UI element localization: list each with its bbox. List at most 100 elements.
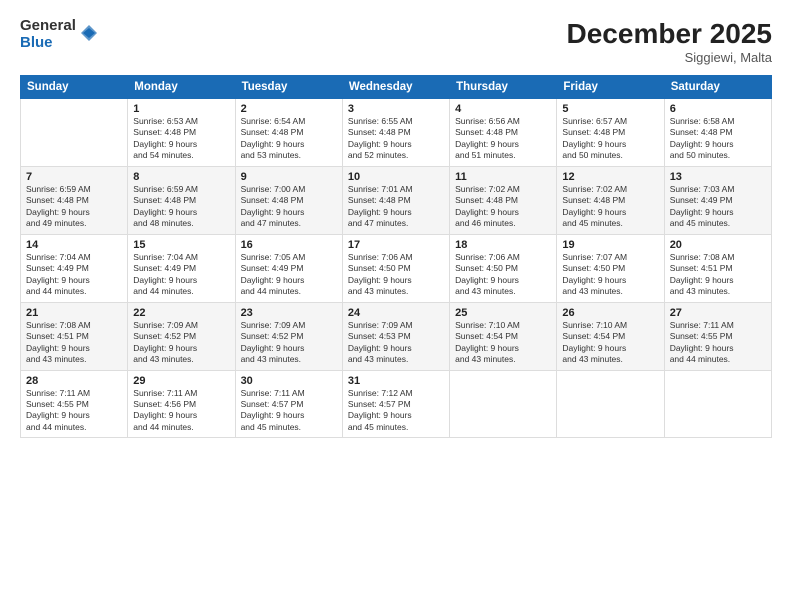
day-info: Sunrise: 7:10 AMSunset: 4:54 PMDaylight:… (455, 320, 551, 366)
day-number: 18 (455, 239, 551, 251)
day-info: Sunrise: 7:02 AMSunset: 4:48 PMDaylight:… (562, 184, 658, 230)
day-info: Sunrise: 7:06 AMSunset: 4:50 PMDaylight:… (348, 252, 444, 298)
day-info: Sunrise: 7:03 AMSunset: 4:49 PMDaylight:… (670, 184, 766, 230)
day-info: Sunrise: 6:57 AMSunset: 4:48 PMDaylight:… (562, 116, 658, 162)
day-cell: 18Sunrise: 7:06 AMSunset: 4:50 PMDayligh… (450, 234, 557, 302)
day-cell: 22Sunrise: 7:09 AMSunset: 4:52 PMDayligh… (128, 302, 235, 370)
day-cell: 25Sunrise: 7:10 AMSunset: 4:54 PMDayligh… (450, 302, 557, 370)
week-row-0: 1Sunrise: 6:53 AMSunset: 4:48 PMDaylight… (21, 99, 772, 167)
day-cell (21, 99, 128, 167)
day-number: 31 (348, 375, 444, 387)
day-cell: 5Sunrise: 6:57 AMSunset: 4:48 PMDaylight… (557, 99, 664, 167)
weekday-header-row: SundayMondayTuesdayWednesdayThursdayFrid… (21, 76, 772, 99)
day-number: 8 (133, 171, 229, 183)
day-number: 7 (26, 171, 122, 183)
day-info: Sunrise: 7:09 AMSunset: 4:53 PMDaylight:… (348, 320, 444, 366)
day-info: Sunrise: 7:11 AMSunset: 4:55 PMDaylight:… (26, 388, 122, 434)
week-row-4: 28Sunrise: 7:11 AMSunset: 4:55 PMDayligh… (21, 370, 772, 438)
day-cell: 17Sunrise: 7:06 AMSunset: 4:50 PMDayligh… (342, 234, 449, 302)
day-info: Sunrise: 7:02 AMSunset: 4:48 PMDaylight:… (455, 184, 551, 230)
day-number: 16 (241, 239, 337, 251)
day-cell: 21Sunrise: 7:08 AMSunset: 4:51 PMDayligh… (21, 302, 128, 370)
day-number: 22 (133, 307, 229, 319)
week-row-3: 21Sunrise: 7:08 AMSunset: 4:51 PMDayligh… (21, 302, 772, 370)
logo-text: General Blue (20, 18, 76, 51)
day-info: Sunrise: 6:59 AMSunset: 4:48 PMDaylight:… (133, 184, 229, 230)
day-info: Sunrise: 7:04 AMSunset: 4:49 PMDaylight:… (133, 252, 229, 298)
logo-general: General (20, 18, 76, 35)
day-number: 4 (455, 103, 551, 115)
day-cell: 24Sunrise: 7:09 AMSunset: 4:53 PMDayligh… (342, 302, 449, 370)
day-cell: 8Sunrise: 6:59 AMSunset: 4:48 PMDaylight… (128, 166, 235, 234)
day-info: Sunrise: 7:12 AMSunset: 4:57 PMDaylight:… (348, 388, 444, 434)
day-cell: 11Sunrise: 7:02 AMSunset: 4:48 PMDayligh… (450, 166, 557, 234)
day-info: Sunrise: 7:11 AMSunset: 4:56 PMDaylight:… (133, 388, 229, 434)
day-cell: 12Sunrise: 7:02 AMSunset: 4:48 PMDayligh… (557, 166, 664, 234)
day-number: 25 (455, 307, 551, 319)
day-cell: 15Sunrise: 7:04 AMSunset: 4:49 PMDayligh… (128, 234, 235, 302)
day-info: Sunrise: 7:11 AMSunset: 4:57 PMDaylight:… (241, 388, 337, 434)
day-info: Sunrise: 6:55 AMSunset: 4:48 PMDaylight:… (348, 116, 444, 162)
day-number: 19 (562, 239, 658, 251)
day-number: 20 (670, 239, 766, 251)
day-cell: 26Sunrise: 7:10 AMSunset: 4:54 PMDayligh… (557, 302, 664, 370)
weekday-header-saturday: Saturday (664, 76, 771, 99)
weekday-header-sunday: Sunday (21, 76, 128, 99)
day-cell: 29Sunrise: 7:11 AMSunset: 4:56 PMDayligh… (128, 370, 235, 438)
day-number: 5 (562, 103, 658, 115)
day-number: 14 (26, 239, 122, 251)
day-number: 29 (133, 375, 229, 387)
day-number: 6 (670, 103, 766, 115)
day-info: Sunrise: 7:11 AMSunset: 4:55 PMDaylight:… (670, 320, 766, 366)
day-info: Sunrise: 7:05 AMSunset: 4:49 PMDaylight:… (241, 252, 337, 298)
day-cell: 27Sunrise: 7:11 AMSunset: 4:55 PMDayligh… (664, 302, 771, 370)
calendar-table: SundayMondayTuesdayWednesdayThursdayFrid… (20, 75, 772, 438)
logo-icon (79, 23, 99, 43)
day-info: Sunrise: 7:09 AMSunset: 4:52 PMDaylight:… (133, 320, 229, 366)
day-cell: 28Sunrise: 7:11 AMSunset: 4:55 PMDayligh… (21, 370, 128, 438)
location: Siggiewi, Malta (567, 50, 772, 65)
day-number: 9 (241, 171, 337, 183)
day-cell: 6Sunrise: 6:58 AMSunset: 4:48 PMDaylight… (664, 99, 771, 167)
day-info: Sunrise: 7:10 AMSunset: 4:54 PMDaylight:… (562, 320, 658, 366)
day-cell: 10Sunrise: 7:01 AMSunset: 4:48 PMDayligh… (342, 166, 449, 234)
day-cell: 31Sunrise: 7:12 AMSunset: 4:57 PMDayligh… (342, 370, 449, 438)
weekday-header-tuesday: Tuesday (235, 76, 342, 99)
day-number: 3 (348, 103, 444, 115)
day-info: Sunrise: 7:08 AMSunset: 4:51 PMDaylight:… (26, 320, 122, 366)
day-number: 30 (241, 375, 337, 387)
day-info: Sunrise: 6:58 AMSunset: 4:48 PMDaylight:… (670, 116, 766, 162)
day-number: 23 (241, 307, 337, 319)
day-cell: 30Sunrise: 7:11 AMSunset: 4:57 PMDayligh… (235, 370, 342, 438)
weekday-header-monday: Monday (128, 76, 235, 99)
month-title: December 2025 (567, 18, 772, 50)
day-cell: 19Sunrise: 7:07 AMSunset: 4:50 PMDayligh… (557, 234, 664, 302)
day-info: Sunrise: 7:09 AMSunset: 4:52 PMDaylight:… (241, 320, 337, 366)
day-number: 26 (562, 307, 658, 319)
day-number: 2 (241, 103, 337, 115)
day-info: Sunrise: 6:56 AMSunset: 4:48 PMDaylight:… (455, 116, 551, 162)
day-number: 15 (133, 239, 229, 251)
weekday-header-friday: Friday (557, 76, 664, 99)
day-cell (450, 370, 557, 438)
logo-blue: Blue (20, 35, 76, 52)
day-cell: 3Sunrise: 6:55 AMSunset: 4:48 PMDaylight… (342, 99, 449, 167)
day-number: 10 (348, 171, 444, 183)
day-info: Sunrise: 7:04 AMSunset: 4:49 PMDaylight:… (26, 252, 122, 298)
day-cell: 14Sunrise: 7:04 AMSunset: 4:49 PMDayligh… (21, 234, 128, 302)
day-number: 12 (562, 171, 658, 183)
day-cell: 7Sunrise: 6:59 AMSunset: 4:48 PMDaylight… (21, 166, 128, 234)
weekday-header-thursday: Thursday (450, 76, 557, 99)
day-number: 11 (455, 171, 551, 183)
day-number: 21 (26, 307, 122, 319)
week-row-1: 7Sunrise: 6:59 AMSunset: 4:48 PMDaylight… (21, 166, 772, 234)
day-number: 13 (670, 171, 766, 183)
day-cell: 9Sunrise: 7:00 AMSunset: 4:48 PMDaylight… (235, 166, 342, 234)
day-info: Sunrise: 7:08 AMSunset: 4:51 PMDaylight:… (670, 252, 766, 298)
day-cell: 2Sunrise: 6:54 AMSunset: 4:48 PMDaylight… (235, 99, 342, 167)
header: General Blue December 2025 Siggiewi, Mal… (20, 18, 772, 65)
day-number: 1 (133, 103, 229, 115)
day-info: Sunrise: 6:59 AMSunset: 4:48 PMDaylight:… (26, 184, 122, 230)
day-number: 28 (26, 375, 122, 387)
day-number: 27 (670, 307, 766, 319)
